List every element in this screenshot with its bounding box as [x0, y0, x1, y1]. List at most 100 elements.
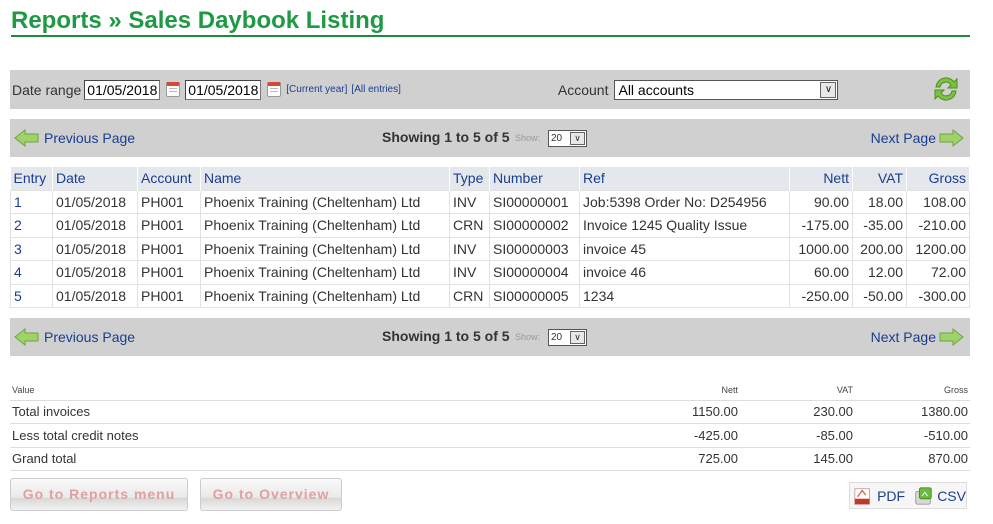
totals-cell-vat: -85.00 — [740, 423, 855, 448]
totals-table: Value Nett VAT Gross Total invoices 1150.… — [10, 380, 970, 471]
col-number[interactable]: Number — [489, 167, 580, 190]
col-ref[interactable]: Ref — [579, 167, 790, 190]
date-to-input[interactable] — [185, 79, 262, 100]
current-year-link[interactable]: [Current year] — [286, 84, 347, 95]
col-nett[interactable]: Nett — [789, 167, 853, 190]
cell-number: SI00000003 — [489, 236, 580, 261]
arrow-right-icon — [939, 129, 964, 147]
cell-date: 01/05/2018 — [52, 213, 138, 238]
table-row[interactable]: 1 01/05/2018 PH001 Phoenix Training (Chelte… — [10, 189, 970, 214]
totals-col-vat: VAT — [740, 380, 855, 401]
calendar-icon[interactable] — [267, 82, 282, 97]
show-label: Show: — [515, 133, 541, 143]
totals-cell-gross: 870.00 — [855, 447, 970, 471]
totals-cell-label: Total invoices — [10, 400, 650, 424]
cell-gross: 108.00 — [906, 189, 970, 214]
cell-nett: -175.00 — [789, 213, 853, 238]
totals-col-nett: Nett — [650, 380, 740, 401]
cell-name: Phoenix Training (Cheltenham) Ltd — [200, 189, 450, 214]
page-size-select[interactable]: 20 ∨ — [548, 130, 587, 147]
calendar-icon[interactable] — [166, 82, 181, 97]
cell-entry[interactable]: 3 — [10, 236, 53, 261]
table-row[interactable]: 5 01/05/2018 PH001 Phoenix Training (Chelte… — [10, 283, 970, 308]
pdf-icon[interactable] — [853, 485, 873, 507]
cell-type: CRN — [449, 283, 490, 308]
previous-page-label: Previous Page — [44, 130, 136, 146]
table-row[interactable]: 3 01/05/2018 PH001 Phoenix Training (Chelte… — [10, 236, 970, 261]
totals-row: Less total credit notes -425.00 -85.00 -510… — [10, 423, 970, 448]
chevron-down-icon: ∨ — [570, 331, 585, 344]
previous-page-link[interactable]: Previous Page — [14, 129, 135, 147]
totals-cell-nett: -425.00 — [650, 423, 740, 448]
account-select[interactable]: All accounts ∨ — [614, 79, 839, 100]
page-size-value: 20 — [551, 133, 563, 144]
cell-entry[interactable]: 1 — [10, 189, 53, 214]
date-from-input[interactable] — [84, 79, 161, 100]
col-vat[interactable]: VAT — [852, 167, 907, 190]
previous-page-link[interactable]: Previous Page — [14, 328, 135, 346]
col-account[interactable]: Account — [137, 167, 201, 190]
col-date[interactable]: Date — [52, 167, 138, 190]
cell-entry[interactable]: 2 — [10, 213, 53, 238]
next-page-label: Next Page — [870, 130, 936, 146]
totals-cell-label: Less total credit notes — [10, 423, 650, 448]
col-entry[interactable]: Entry — [10, 167, 53, 190]
cell-nett: -250.00 — [789, 283, 853, 308]
cell-date: 01/05/2018 — [52, 283, 138, 308]
totals-cell-gross: -510.00 — [855, 423, 970, 448]
cell-name: Phoenix Training (Cheltenham) Ltd — [200, 213, 450, 238]
col-type[interactable]: Type — [449, 167, 490, 190]
go-to-overview-button[interactable]: Go to Overview — [200, 478, 342, 511]
refresh-icon[interactable] — [930, 73, 962, 105]
date-range-label: Date range — [12, 81, 82, 98]
table-row[interactable]: 4 01/05/2018 PH001 Phoenix Training (Chelte… — [10, 260, 970, 285]
next-page-link[interactable]: Next Page — [871, 129, 964, 147]
cell-number: SI00000005 — [489, 283, 580, 308]
cell-gross: 72.00 — [906, 260, 970, 285]
arrow-left-icon — [14, 129, 39, 147]
next-page-label: Next Page — [870, 329, 936, 345]
cell-gross: -300.00 — [906, 283, 970, 308]
page-size-select[interactable]: 20 ∨ — [548, 329, 587, 346]
table-row[interactable]: 2 01/05/2018 PH001 Phoenix Training (Chelte… — [10, 213, 970, 238]
totals-cell-nett: 725.00 — [650, 447, 740, 471]
cell-type: INV — [449, 236, 490, 261]
table-header-row: Entry Date Account Name Type Number Ref … — [10, 167, 970, 190]
csv-icon[interactable] — [913, 485, 933, 507]
totals-col-value: Value — [10, 380, 650, 401]
cell-entry[interactable]: 4 — [10, 260, 53, 285]
cell-type: CRN — [449, 213, 490, 238]
col-name[interactable]: Name — [200, 167, 450, 190]
arrow-left-icon — [14, 328, 39, 346]
totals-cell-vat: 230.00 — [740, 400, 855, 424]
showing-count: Showing 1 to 5 of 5 — [382, 129, 510, 145]
cell-gross: -210.00 — [906, 213, 970, 238]
chevron-down-icon: ∨ — [570, 132, 585, 145]
filter-bar: Date range [Current year] [All entries] … — [10, 70, 970, 109]
show-label: Show: — [515, 332, 541, 342]
previous-page-label: Previous Page — [44, 329, 136, 345]
cell-vat: 18.00 — [852, 189, 907, 214]
next-page-link[interactable]: Next Page — [871, 328, 964, 346]
pager-bottom: Previous Page Showing 1 to 5 of 5 Show: … — [10, 318, 970, 356]
cell-vat: -50.00 — [852, 283, 907, 308]
csv-export-link[interactable]: CSV — [937, 488, 966, 504]
showing-count: Showing 1 to 5 of 5 — [382, 328, 510, 344]
cell-entry[interactable]: 5 — [10, 283, 53, 308]
totals-cell-vat: 145.00 — [740, 447, 855, 471]
go-to-reports-menu-button[interactable]: Go to Reports menu — [10, 478, 188, 511]
col-gross[interactable]: Gross — [906, 167, 970, 190]
cell-date: 01/05/2018 — [52, 189, 138, 214]
cell-type: INV — [449, 260, 490, 285]
totals-cell-label: Grand total — [10, 447, 650, 471]
cell-number: SI00000004 — [489, 260, 580, 285]
cell-name: Phoenix Training (Cheltenham) Ltd — [200, 260, 450, 285]
cell-type: INV — [449, 189, 490, 214]
all-entries-link[interactable]: [All entries] — [351, 84, 400, 95]
pdf-export-link[interactable]: PDF — [877, 488, 905, 504]
cell-account: PH001 — [137, 236, 201, 261]
cell-gross: 1200.00 — [906, 236, 970, 261]
account-label: Account — [557, 81, 609, 98]
cell-account: PH001 — [137, 213, 201, 238]
totals-col-gross: Gross — [855, 380, 970, 401]
